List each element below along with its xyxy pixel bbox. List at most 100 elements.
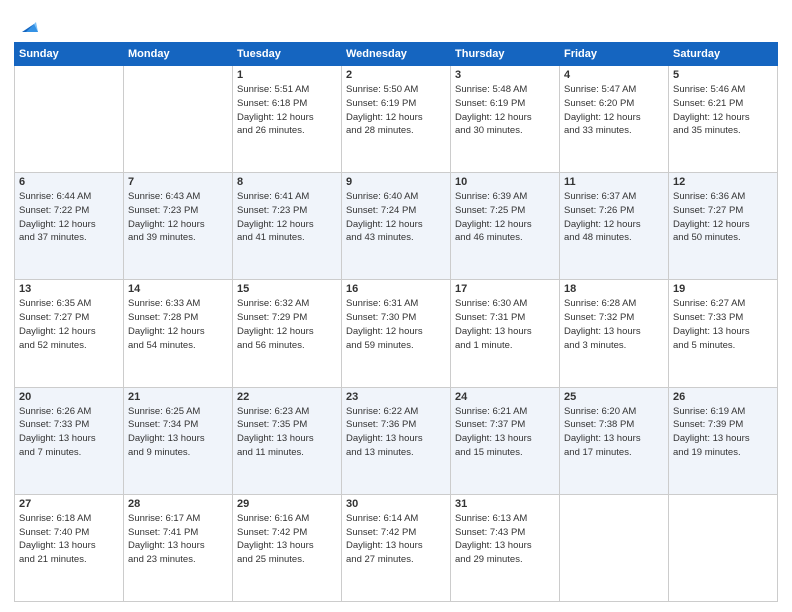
day-info: Sunrise: 6:26 AMSunset: 7:33 PMDaylight:… (19, 405, 119, 460)
day-number: 1 (237, 69, 337, 81)
calendar-cell: 8 Sunrise: 6:41 AMSunset: 7:23 PMDaylight… (233, 173, 342, 280)
calendar-cell: 3 Sunrise: 5:48 AMSunset: 6:19 PMDaylight… (451, 66, 560, 173)
calendar-week-row: 1 Sunrise: 5:51 AMSunset: 6:18 PMDaylight… (15, 66, 778, 173)
day-info: Sunrise: 6:14 AMSunset: 7:42 PMDaylight:… (346, 512, 446, 567)
calendar-cell: 7Sunrise: 6:43 AMSunset: 7:23 PMDaylight… (124, 173, 233, 280)
calendar-cell: 10 Sunrise: 6:39 AMSunset: 7:25 PMDayligh… (451, 173, 560, 280)
calendar-table: SundayMondayTuesdayWednesdayThursdayFrid… (14, 42, 778, 602)
day-number: 11 (564, 176, 664, 188)
day-info: Sunrise: 6:23 AMSunset: 7:35 PMDaylight:… (237, 405, 337, 460)
calendar-cell: 21 Sunrise: 6:25 AMSunset: 7:34 PMDayligh… (124, 387, 233, 494)
calendar-cell (669, 494, 778, 601)
day-info: Sunrise: 6:36 AMSunset: 7:27 PMDaylight:… (673, 190, 773, 245)
day-number: 4 (564, 69, 664, 81)
day-info: Sunrise: 6:41 AMSunset: 7:23 PMDaylight:… (237, 190, 337, 245)
day-number: 24 (455, 391, 555, 403)
day-info: Sunrise: 6:33 AMSunset: 7:28 PMDaylight:… (128, 297, 228, 352)
calendar-cell: 12 Sunrise: 6:36 AMSunset: 7:27 PMDayligh… (669, 173, 778, 280)
day-number: 15 (237, 283, 337, 295)
day-info: Sunrise: 6:17 AMSunset: 7:41 PMDaylight:… (128, 512, 228, 567)
calendar-cell: 26 Sunrise: 6:19 AMSunset: 7:39 PMDayligh… (669, 387, 778, 494)
calendar-cell: 23Sunrise: 6:22 AMSunset: 7:36 PMDayligh… (342, 387, 451, 494)
day-info: Sunrise: 6:19 AMSunset: 7:39 PMDaylight:… (673, 405, 773, 460)
day-info: Sunrise: 6:32 AMSunset: 7:29 PMDaylight:… (237, 297, 337, 352)
day-info: Sunrise: 5:50 AMSunset: 6:19 PMDaylight:… (346, 83, 446, 138)
day-info: Sunrise: 6:27 AMSunset: 7:33 PMDaylight:… (673, 297, 773, 352)
calendar-cell: 31 Sunrise: 6:13 AMSunset: 7:43 PMDayligh… (451, 494, 560, 601)
day-number: 2 (346, 69, 446, 81)
day-number: 19 (673, 283, 773, 295)
calendar-week-row: 20 Sunrise: 6:26 AMSunset: 7:33 PMDayligh… (15, 387, 778, 494)
calendar-week-row: 27Sunrise: 6:18 AMSunset: 7:40 PMDayligh… (15, 494, 778, 601)
day-number: 9 (346, 176, 446, 188)
day-info: Sunrise: 6:28 AMSunset: 7:32 PMDaylight:… (564, 297, 664, 352)
calendar-cell: 5Sunrise: 5:46 AMSunset: 6:21 PMDaylight… (669, 66, 778, 173)
day-info: Sunrise: 6:13 AMSunset: 7:43 PMDaylight:… (455, 512, 555, 567)
day-number: 29 (237, 498, 337, 510)
calendar-header-row: SundayMondayTuesdayWednesdayThursdayFrid… (15, 43, 778, 66)
day-info: Sunrise: 5:51 AMSunset: 6:18 PMDaylight:… (237, 83, 337, 138)
calendar-cell: 30 Sunrise: 6:14 AMSunset: 7:42 PMDayligh… (342, 494, 451, 601)
calendar-cell: 28 Sunrise: 6:17 AMSunset: 7:41 PMDayligh… (124, 494, 233, 601)
calendar-cell: 20 Sunrise: 6:26 AMSunset: 7:33 PMDayligh… (15, 387, 124, 494)
day-number: 10 (455, 176, 555, 188)
column-header-sunday: Sunday (15, 43, 124, 66)
day-number: 16 (346, 283, 446, 295)
day-info: Sunrise: 6:30 AMSunset: 7:31 PMDaylight:… (455, 297, 555, 352)
calendar-cell: 27Sunrise: 6:18 AMSunset: 7:40 PMDayligh… (15, 494, 124, 601)
day-number: 5 (673, 69, 773, 81)
calendar-cell: 9 Sunrise: 6:40 AMSunset: 7:24 PMDaylight… (342, 173, 451, 280)
calendar-cell: 11 Sunrise: 6:37 AMSunset: 7:26 PMDayligh… (560, 173, 669, 280)
day-number: 28 (128, 498, 228, 510)
day-info: Sunrise: 6:21 AMSunset: 7:37 PMDaylight:… (455, 405, 555, 460)
calendar-cell: 17 Sunrise: 6:30 AMSunset: 7:31 PMDayligh… (451, 280, 560, 387)
logo (14, 14, 38, 36)
day-info: Sunrise: 6:22 AMSunset: 7:36 PMDaylight:… (346, 405, 446, 460)
calendar-cell: 22Sunrise: 6:23 AMSunset: 7:35 PMDayligh… (233, 387, 342, 494)
header (14, 10, 778, 36)
day-info: Sunrise: 6:37 AMSunset: 7:26 PMDaylight:… (564, 190, 664, 245)
calendar-week-row: 6Sunrise: 6:44 AMSunset: 7:22 PMDaylight… (15, 173, 778, 280)
day-number: 20 (19, 391, 119, 403)
day-info: Sunrise: 6:16 AMSunset: 7:42 PMDaylight:… (237, 512, 337, 567)
calendar-cell: 2 Sunrise: 5:50 AMSunset: 6:19 PMDaylight… (342, 66, 451, 173)
column-header-thursday: Thursday (451, 43, 560, 66)
day-number: 14 (128, 283, 228, 295)
day-number: 12 (673, 176, 773, 188)
day-info: Sunrise: 6:39 AMSunset: 7:25 PMDaylight:… (455, 190, 555, 245)
column-header-saturday: Saturday (669, 43, 778, 66)
day-info: Sunrise: 6:20 AMSunset: 7:38 PMDaylight:… (564, 405, 664, 460)
day-info: Sunrise: 6:43 AMSunset: 7:23 PMDaylight:… (128, 190, 228, 245)
column-header-wednesday: Wednesday (342, 43, 451, 66)
day-number: 30 (346, 498, 446, 510)
day-number: 3 (455, 69, 555, 81)
calendar-cell: 6Sunrise: 6:44 AMSunset: 7:22 PMDaylight… (15, 173, 124, 280)
day-info: Sunrise: 6:40 AMSunset: 7:24 PMDaylight:… (346, 190, 446, 245)
calendar-cell (560, 494, 669, 601)
day-info: Sunrise: 5:47 AMSunset: 6:20 PMDaylight:… (564, 83, 664, 138)
day-info: Sunrise: 6:35 AMSunset: 7:27 PMDaylight:… (19, 297, 119, 352)
calendar-cell: 16 Sunrise: 6:31 AMSunset: 7:30 PMDayligh… (342, 280, 451, 387)
page: SundayMondayTuesdayWednesdayThursdayFrid… (0, 0, 792, 612)
calendar-cell: 15 Sunrise: 6:32 AMSunset: 7:29 PMDayligh… (233, 280, 342, 387)
day-number: 27 (19, 498, 119, 510)
calendar-cell: 14 Sunrise: 6:33 AMSunset: 7:28 PMDayligh… (124, 280, 233, 387)
calendar-cell: 4 Sunrise: 5:47 AMSunset: 6:20 PMDaylight… (560, 66, 669, 173)
calendar-cell: 13Sunrise: 6:35 AMSunset: 7:27 PMDayligh… (15, 280, 124, 387)
day-number: 26 (673, 391, 773, 403)
calendar-cell: 18Sunrise: 6:28 AMSunset: 7:32 PMDayligh… (560, 280, 669, 387)
day-info: Sunrise: 6:31 AMSunset: 7:30 PMDaylight:… (346, 297, 446, 352)
calendar-cell: 1 Sunrise: 5:51 AMSunset: 6:18 PMDaylight… (233, 66, 342, 173)
day-number: 21 (128, 391, 228, 403)
day-number: 25 (564, 391, 664, 403)
column-header-monday: Monday (124, 43, 233, 66)
day-number: 17 (455, 283, 555, 295)
day-number: 8 (237, 176, 337, 188)
day-info: Sunrise: 5:48 AMSunset: 6:19 PMDaylight:… (455, 83, 555, 138)
day-info: Sunrise: 6:25 AMSunset: 7:34 PMDaylight:… (128, 405, 228, 460)
day-number: 31 (455, 498, 555, 510)
calendar-cell: 25 Sunrise: 6:20 AMSunset: 7:38 PMDayligh… (560, 387, 669, 494)
calendar-cell (15, 66, 124, 173)
logo-icon (16, 14, 38, 36)
column-header-tuesday: Tuesday (233, 43, 342, 66)
